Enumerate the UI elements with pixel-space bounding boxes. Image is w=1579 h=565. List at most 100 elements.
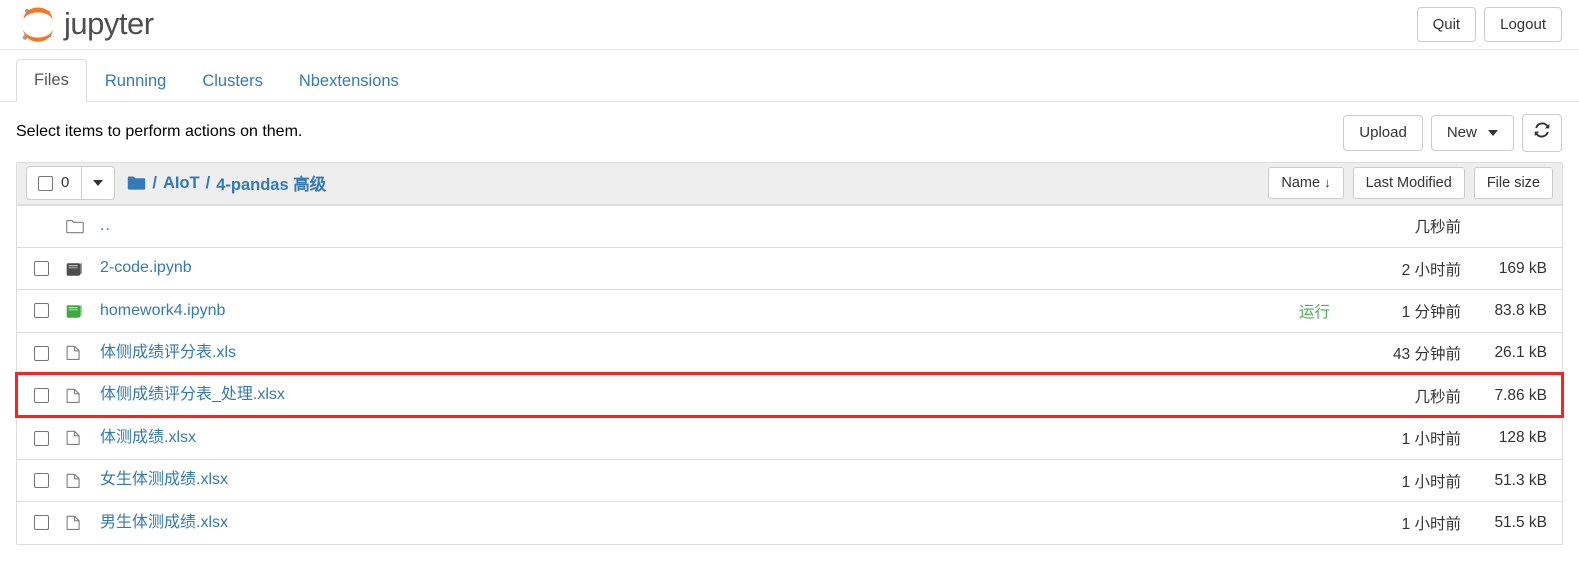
row-checkbox[interactable] xyxy=(34,303,49,319)
tab-nbextensions[interactable]: Nbextensions xyxy=(281,60,417,102)
file-actions: Upload New xyxy=(1343,114,1562,152)
sort-by-modified-button[interactable]: Last Modified xyxy=(1352,166,1465,200)
refresh-icon xyxy=(1534,122,1550,144)
quit-button[interactable]: Quit xyxy=(1416,6,1477,43)
table-row-highlighted[interactable]: 体侧成绩评分表_处理.xlsx 几秒前 7.86 kB xyxy=(15,372,1564,419)
breadcrumb: / AIoT / 4-pandas 高级 xyxy=(127,171,326,195)
file-size: 169 kB xyxy=(1498,259,1547,277)
upload-button[interactable]: Upload xyxy=(1343,115,1423,151)
last-modified: 1 分钟前 xyxy=(1401,303,1461,321)
breadcrumb-item-current[interactable]: 4-pandas 高级 xyxy=(216,171,326,195)
row-checkbox-cell[interactable] xyxy=(26,345,64,361)
row-checkbox-cell[interactable] xyxy=(26,388,64,404)
file-name-link[interactable]: 男生体测成绩.xlsx xyxy=(96,513,228,534)
row-checkbox[interactable] xyxy=(34,388,49,404)
row-checkbox-cell[interactable] xyxy=(26,430,64,446)
file-name-link[interactable]: 体侧成绩评分表.xls xyxy=(96,343,236,364)
file-name-link[interactable]: 女生体测成绩.xlsx xyxy=(96,470,228,491)
tab-files[interactable]: Files xyxy=(16,58,87,102)
select-all-checkbox-icon[interactable] xyxy=(38,175,53,191)
file-size: 26.1 kB xyxy=(1494,344,1547,362)
sort-name-label: Name xyxy=(1281,174,1321,191)
tab-running[interactable]: Running xyxy=(87,60,184,102)
jupyter-brand[interactable]: jupyter xyxy=(16,3,154,47)
row-checkbox-cell[interactable] xyxy=(26,261,64,277)
chevron-down-icon xyxy=(1488,130,1498,137)
table-row[interactable]: 体侧成绩评分表.xls 43 分钟前 26.1 kB xyxy=(17,331,1562,375)
row-left: 体侧成绩评分表.xls xyxy=(26,343,1339,364)
table-row[interactable]: 2-code.ipynb 2 小时前 169 kB xyxy=(17,246,1562,290)
row-checkbox[interactable] xyxy=(34,345,49,361)
file-name-link[interactable]: .. xyxy=(96,216,111,237)
jupyter-logo-icon xyxy=(16,3,60,47)
last-modified: 1 小时前 xyxy=(1401,515,1461,533)
page-header: jupyter Quit Logout xyxy=(0,0,1579,50)
tab-clusters[interactable]: Clusters xyxy=(184,60,281,102)
action-bar: Select items to perform actions on them.… xyxy=(0,102,1579,162)
select-all-button[interactable]: 0 xyxy=(26,166,83,200)
last-modified: 43 分钟前 xyxy=(1392,346,1461,364)
row-checkbox[interactable] xyxy=(34,473,49,489)
file-icon xyxy=(64,430,96,446)
last-modified: 1 小时前 xyxy=(1401,431,1461,449)
breadcrumb-item-aiot[interactable]: AIoT xyxy=(163,174,200,193)
logout-button[interactable]: Logout xyxy=(1484,6,1562,43)
table-row[interactable]: 体测成绩.xlsx 1 小时前 128 kB xyxy=(17,416,1562,459)
chevron-down-icon xyxy=(93,180,104,186)
file-list: 0 / AIoT / 4-pandas 高级 Name ↓ Last Modif… xyxy=(15,161,1564,545)
folder-icon[interactable] xyxy=(127,175,146,191)
table-row[interactable]: 女生体测成绩.xlsx 1 小时前 51.3 kB xyxy=(17,458,1562,502)
row-checkbox-cell[interactable] xyxy=(26,473,64,489)
row-left: homework4.ipynb xyxy=(26,301,1299,322)
table-row[interactable]: homework4.ipynb 运行 1 分钟前 83.8 kB xyxy=(17,289,1562,332)
row-right: 1 小时前 51.5 kB xyxy=(1339,512,1553,534)
row-left: 2-code.ipynb xyxy=(26,258,1339,279)
file-size: 51.5 kB xyxy=(1494,513,1547,531)
sort-descending-arrow-icon: ↓ xyxy=(1324,174,1331,190)
file-name-link[interactable]: 体侧成绩评分表_处理.xlsx xyxy=(96,385,285,406)
table-row[interactable]: 男生体测成绩.xlsx 1 小时前 51.5 kB xyxy=(17,501,1562,544)
row-right: 43 分钟前 26.1 kB xyxy=(1339,342,1553,364)
header-actions: Quit Logout xyxy=(1416,6,1562,43)
file-name-link[interactable]: homework4.ipynb xyxy=(96,301,225,322)
row-right: 几秒前 xyxy=(1339,215,1553,237)
row-right: 几秒前 7.86 kB xyxy=(1339,385,1553,407)
refresh-button[interactable] xyxy=(1522,114,1562,152)
brand-name: jupyter xyxy=(64,5,154,41)
file-icon xyxy=(64,473,96,489)
row-checkbox-cell[interactable] xyxy=(26,515,64,531)
row-right: 1 小时前 128 kB xyxy=(1339,427,1553,449)
selected-count: 0 xyxy=(61,174,70,192)
file-size: 83.8 kB xyxy=(1494,301,1547,319)
last-modified: 2 小时前 xyxy=(1401,261,1461,279)
file-name-link[interactable]: 2-code.ipynb xyxy=(96,258,192,279)
file-list-header-left: 0 / AIoT / 4-pandas 高级 xyxy=(26,166,326,200)
new-label: New xyxy=(1446,124,1477,141)
select-menu-button[interactable] xyxy=(81,166,116,200)
new-dropdown-button[interactable]: New xyxy=(1430,115,1514,151)
sort-by-size-button[interactable]: File size xyxy=(1473,166,1553,200)
row-checkbox-cell[interactable] xyxy=(26,303,64,319)
sort-by-name-button[interactable]: Name ↓ xyxy=(1268,166,1344,200)
row-checkbox[interactable] xyxy=(34,430,49,446)
table-row[interactable]: .. 几秒前 xyxy=(17,204,1562,247)
row-left: 体测成绩.xlsx xyxy=(26,428,1339,449)
file-icon xyxy=(64,515,96,531)
last-modified: 1 小时前 xyxy=(1401,473,1461,491)
row-right: 运行 1 分钟前 83.8 kB xyxy=(1299,300,1553,322)
notebook-running-icon xyxy=(64,303,96,319)
row-checkbox[interactable] xyxy=(34,261,49,277)
file-icon xyxy=(64,345,96,361)
row-checkbox[interactable] xyxy=(34,515,49,531)
breadcrumb-separator-2: / xyxy=(205,173,211,192)
running-status-badge: 运行 xyxy=(1298,303,1330,321)
file-list-header: 0 / AIoT / 4-pandas 高级 Name ↓ Last Modif… xyxy=(17,162,1562,205)
file-size: 128 kB xyxy=(1498,429,1547,447)
row-left: .. xyxy=(26,216,1339,237)
last-modified: 几秒前 xyxy=(1414,388,1461,406)
file-icon xyxy=(64,388,96,404)
row-right: 2 小时前 169 kB xyxy=(1339,258,1553,280)
file-name-link[interactable]: 体测成绩.xlsx xyxy=(96,428,196,449)
file-size: 7.86 kB xyxy=(1494,386,1547,404)
file-browser: 0 / AIoT / 4-pandas 高级 Name ↓ Last Modif… xyxy=(0,161,1579,545)
